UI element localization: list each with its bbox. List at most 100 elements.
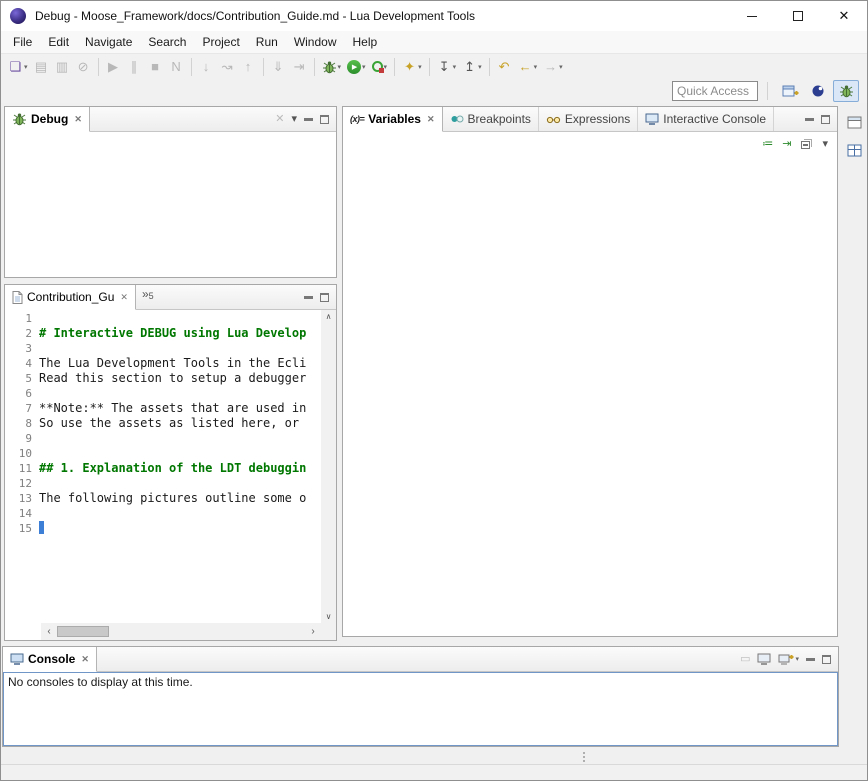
variables-view: (x)=Variables✕BreakpointsExpressionsInte… [342, 106, 838, 637]
scroll-up-icon[interactable]: ∧ [326, 312, 332, 321]
save-button: ▤ [32, 56, 51, 78]
line-text: The Lua Development Tools in the Ecli [39, 356, 321, 371]
vertical-scrollbar[interactable]: ∧ ∨ [321, 310, 336, 623]
open-perspective-button[interactable] [777, 80, 803, 102]
dropdown-icon[interactable]: ▾ [478, 63, 482, 71]
menu-file[interactable]: File [5, 32, 40, 52]
editor-line[interactable]: 15 [5, 521, 321, 536]
tab-expressions[interactable]: Expressions [539, 107, 638, 131]
display-selected-console-icon[interactable] [757, 653, 771, 665]
editor-line[interactable]: 5Read this section to setup a debugger [5, 371, 321, 386]
tab-breakpoints[interactable]: Breakpoints [443, 107, 539, 131]
view-menu-icon[interactable]: ▾ [822, 139, 828, 150]
menu-help[interactable]: Help [345, 32, 386, 52]
lua-perspective-button[interactable] [805, 80, 831, 102]
quick-access-input[interactable] [672, 81, 758, 101]
menu-navigate[interactable]: Navigate [77, 32, 140, 52]
dropdown-icon[interactable]: ▾ [362, 63, 366, 71]
new-button[interactable]: ❏▾ [6, 56, 30, 78]
dropdown-icon[interactable]: ▾ [384, 63, 388, 71]
back-button[interactable]: ←▾ [516, 56, 540, 78]
maximize-view-button[interactable] [821, 115, 830, 124]
editor-line[interactable]: 6 [5, 386, 321, 401]
window-close-button[interactable]: ✕ [821, 1, 867, 31]
run-button[interactable]: ▶▾ [345, 56, 368, 78]
menu-search[interactable]: Search [140, 32, 194, 52]
editor-line[interactable]: 9 [5, 431, 321, 446]
scroll-down-icon[interactable]: ∨ [326, 612, 332, 621]
editor-line[interactable]: 7**Note:** The assets that are used in [5, 401, 321, 416]
menu-window[interactable]: Window [286, 32, 345, 52]
scroll-right-icon[interactable]: › [307, 626, 319, 637]
show-type-names-icon[interactable]: ≔ [762, 139, 773, 150]
close-icon[interactable]: ✕ [427, 114, 435, 125]
editor-line[interactable]: 13The following pictures outline some o [5, 491, 321, 506]
toolbar-separator [767, 82, 768, 100]
editor-line[interactable]: 2# Interactive DEBUG using Lua Develop [5, 326, 321, 341]
tab-console[interactable]: Console ✕ [3, 647, 97, 672]
close-icon[interactable]: ✕ [74, 114, 82, 125]
editor-area[interactable]: 12# Interactive DEBUG using Lua Develop3… [5, 310, 336, 640]
minimize-view-button[interactable] [805, 118, 814, 121]
debug-perspective-button[interactable] [833, 80, 859, 102]
window-minimize-button[interactable] [729, 1, 775, 31]
dropdown-icon[interactable]: ▾ [24, 63, 28, 71]
line-number: 14 [5, 507, 39, 520]
editor-line[interactable]: 11## 1. Explanation of the LDT debuggin [5, 461, 321, 476]
tab-debug[interactable]: Debug ✕ [5, 107, 90, 132]
variables-view-body: ≔ ⇥ ▾ [343, 132, 837, 636]
minimized-outline-view-icon[interactable] [842, 139, 866, 161]
debug-button[interactable]: ▾ [320, 56, 344, 78]
scroll-left-icon[interactable]: ‹ [43, 626, 55, 637]
editor-line[interactable]: 12 [5, 476, 321, 491]
app-icon[interactable] [10, 8, 26, 24]
editor-line[interactable]: 10 [5, 446, 321, 461]
dropdown-icon[interactable]: ▾ [534, 63, 538, 71]
close-icon[interactable]: ✕ [120, 292, 128, 303]
status-bar [1, 764, 867, 780]
editor-line[interactable]: 3 [5, 341, 321, 356]
show-logical-structure-icon[interactable]: ⇥ [782, 139, 791, 150]
editor-line[interactable]: 1 [5, 311, 321, 326]
view-menu-icon[interactable]: ▾ [291, 114, 297, 125]
menu-project[interactable]: Project [194, 32, 247, 52]
tab-variables[interactable]: (x)=Variables✕ [343, 107, 443, 132]
maximize-view-button[interactable] [320, 293, 329, 302]
scrollbar-thumb[interactable] [57, 626, 109, 637]
menu-edit[interactable]: Edit [40, 32, 77, 52]
close-icon[interactable]: ✕ [81, 654, 89, 665]
tab-interactive-console[interactable]: Interactive Console [638, 107, 774, 131]
editor-line[interactable]: 4The Lua Development Tools in the Ecli [5, 356, 321, 371]
dropdown-icon[interactable]: ▾ [338, 63, 342, 71]
minimized-editor-area-icon[interactable] [842, 111, 866, 133]
maximize-icon [793, 11, 803, 21]
line-number: 10 [5, 447, 39, 460]
search-button[interactable]: ✦▾ [400, 56, 424, 78]
collapse-all-icon[interactable] [800, 138, 813, 150]
forward-icon: → [543, 60, 558, 73]
open-console-icon[interactable]: ▾ [778, 653, 799, 665]
remove-all-terminated-icon: ✕ [275, 114, 284, 125]
sash-handle[interactable] [583, 752, 585, 762]
maximize-view-button[interactable] [822, 655, 831, 664]
minimize-view-button[interactable] [304, 118, 313, 121]
run-external-tools-button[interactable]: ▾ [370, 56, 390, 78]
minimize-view-button[interactable] [806, 658, 815, 661]
window-maximize-button[interactable] [775, 1, 821, 31]
previous-annotation-button[interactable]: ↥▾ [460, 56, 484, 78]
dropdown-icon[interactable]: ▾ [559, 63, 563, 71]
menu-run[interactable]: Run [248, 32, 286, 52]
dropdown-icon[interactable]: ▾ [418, 63, 422, 71]
code-area[interactable]: 12# Interactive DEBUG using Lua Develop3… [5, 310, 321, 623]
minimize-view-button[interactable] [304, 296, 313, 299]
horizontal-scrollbar[interactable]: ‹ › [41, 623, 321, 640]
minimize-icon [747, 16, 757, 17]
editor-line[interactable]: 8So use the assets as listed here, or [5, 416, 321, 431]
last-edit-location-button[interactable]: ↶ [495, 56, 514, 78]
tab-contribution-guide[interactable]: Contribution_Gu ✕ [5, 285, 136, 310]
dropdown-icon[interactable]: ▾ [453, 63, 457, 71]
hidden-tabs-chevron[interactable]: »5 [136, 285, 160, 309]
maximize-view-button[interactable] [320, 115, 329, 124]
editor-line[interactable]: 14 [5, 506, 321, 521]
next-annotation-button[interactable]: ↧▾ [435, 56, 459, 78]
